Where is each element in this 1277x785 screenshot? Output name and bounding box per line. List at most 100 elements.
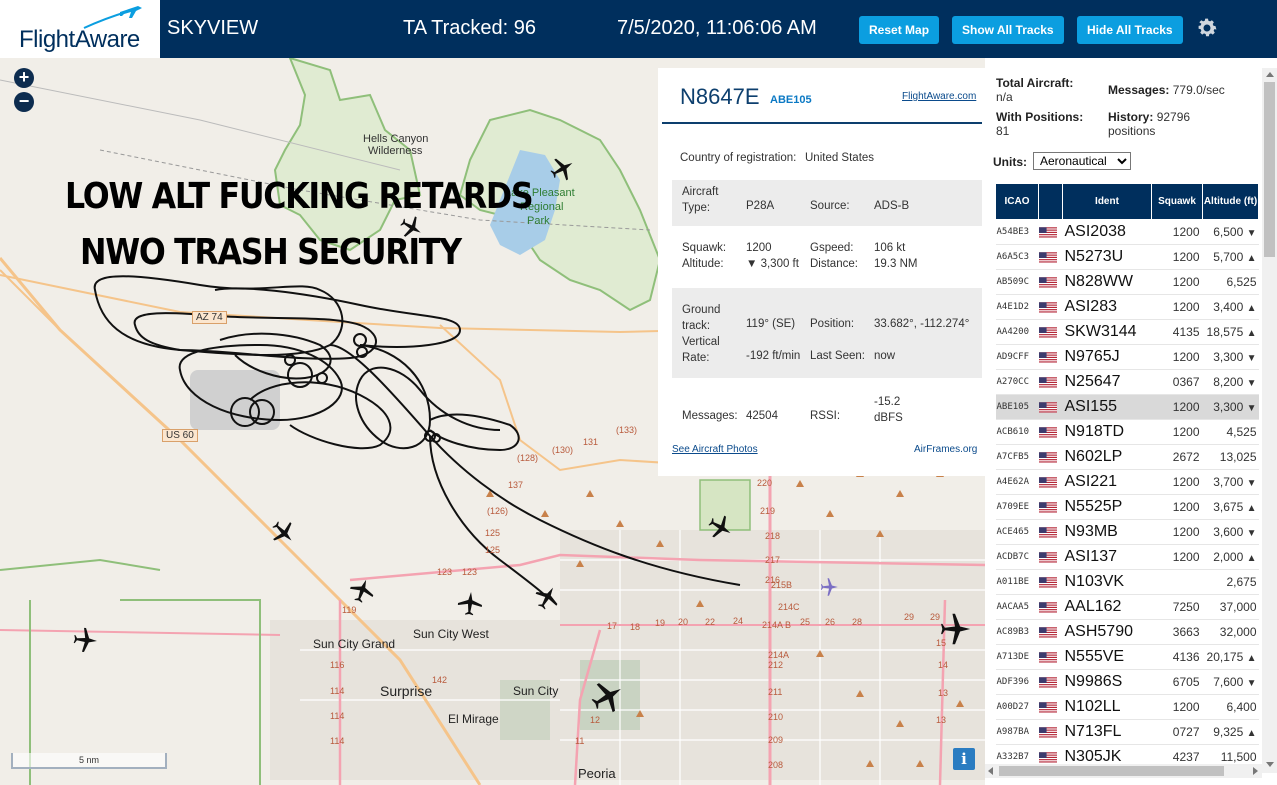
vertical-scroll-thumb[interactable] (1264, 82, 1275, 257)
row-altitude-trend: ▼ (1246, 528, 1257, 539)
row-flag (1038, 269, 1063, 295)
map-info-button[interactable]: i (953, 748, 975, 770)
table-row[interactable]: AB509C N828WW 1200 6,525 (995, 269, 1259, 295)
road-number: 25 (800, 617, 811, 627)
zoom-out-button[interactable]: − (14, 92, 34, 112)
scroll-up-icon[interactable] (1266, 72, 1274, 77)
table-row[interactable]: A54BE3 ASI2038 1200 6,500 ▼ (995, 219, 1259, 245)
us-flag-icon (1038, 427, 1057, 439)
row-icao: AB509C (995, 269, 1039, 295)
scroll-right-icon[interactable] (1253, 767, 1258, 775)
table-row[interactable]: A011BE N103VK 2,675 (995, 569, 1259, 595)
aircraft-icon[interactable] (268, 517, 298, 547)
us-flag-icon (1038, 577, 1057, 589)
position-value: 33.682°, -112.274° (874, 318, 970, 330)
gspeed-value: 106 kt (874, 242, 906, 254)
table-row[interactable]: ADF396 N9986S 6705 7,600 ▼ (995, 669, 1259, 695)
aircraft-icon[interactable] (705, 512, 735, 542)
row-altitude-value: 4,525 (1226, 425, 1257, 439)
row-squawk: 0367 (1151, 369, 1203, 395)
aircraft-icon[interactable] (70, 625, 100, 655)
row-altitude-trend: ▲ (1246, 253, 1257, 264)
table-row[interactable]: A4E62A ASI221 1200 3,700 ▼ (995, 469, 1259, 495)
row-flag (1038, 319, 1063, 345)
col-header-squawk[interactable]: Squawk (1151, 183, 1203, 220)
flightaware-link[interactable]: FlightAware.com (902, 91, 976, 102)
horizontal-scroll-thumb[interactable] (999, 766, 1224, 776)
horizontal-scrollbar[interactable] (985, 764, 1262, 778)
units-select[interactable]: Aeronautical (1033, 152, 1131, 170)
table-row[interactable]: ACE465 N93MB 1200 3,600 ▼ (995, 519, 1259, 545)
vertical-rate-value: -192 ft/min (746, 350, 801, 362)
aircraft-icon[interactable] (547, 154, 577, 184)
selected-aircraft-icon[interactable] (532, 583, 562, 613)
row-flag (1038, 694, 1063, 720)
table-row[interactable]: A987BA N713FL 0727 9,325 ▲ (995, 719, 1259, 745)
row-altitude: 18,575 ▲ (1202, 319, 1259, 345)
table-row[interactable]: AD9CFF N9765J 1200 3,300 ▼ (995, 344, 1259, 370)
aircraft-icon[interactable] (397, 213, 425, 241)
table-row[interactable]: ABE105 ASI155 1200 3,300 ▼ (995, 394, 1259, 420)
aircraft-type-label: Aircraft Type: (682, 186, 719, 214)
road-number: (128) (517, 453, 539, 463)
col-header-ident[interactable]: Ident (1062, 183, 1152, 220)
road-number: 18 (630, 622, 641, 632)
row-altitude-value: 3,600 (1213, 525, 1244, 539)
col-header-flag[interactable] (1038, 183, 1063, 220)
city-label: Sun City West (413, 627, 489, 641)
row-icao: A6A5C3 (995, 244, 1039, 270)
airframes-link[interactable]: AirFrames.org (914, 444, 977, 455)
us-flag-icon (1038, 752, 1057, 764)
gear-icon[interactable] (1195, 16, 1219, 40)
row-ident: ASI283 (1062, 294, 1152, 320)
table-row[interactable]: AC89B3 ASH5790 3663 32,000 (995, 619, 1259, 645)
table-row[interactable]: AA4200 SKW3144 4135 18,575 ▲ (995, 319, 1259, 345)
road-number: 220 (757, 478, 773, 488)
table-row[interactable]: A6A5C3 N5273U 1200 5,700 ▲ (995, 244, 1259, 270)
table-row[interactable]: ACDB7C ASI137 1200 2,000 ▲ (995, 544, 1259, 570)
aircraft-icon[interactable] (347, 576, 377, 606)
row-altitude-trend: ▲ (1246, 553, 1257, 564)
table-row[interactable]: A4E1D2 ASI283 1200 3,400 ▲ (995, 294, 1259, 320)
col-header-icao[interactable]: ICAO (995, 183, 1039, 220)
flightaware-logo[interactable]: FlightAware (0, 0, 160, 58)
row-flag (1038, 294, 1063, 320)
table-row[interactable]: A709EE N5525P 1200 3,675 ▲ (995, 494, 1259, 520)
table-row[interactable]: A713DE N555VE 4136 20,175 ▲ (995, 644, 1259, 670)
aircraft-icon[interactable] (936, 610, 974, 648)
history-unit: positions (1108, 124, 1156, 138)
aircraft-photos-link[interactable]: See Aircraft Photos (672, 444, 758, 455)
history-value: 92796 (1156, 110, 1191, 124)
show-all-tracks-button[interactable]: Show All Tracks (952, 16, 1064, 44)
row-flag (1038, 469, 1063, 495)
hide-all-tracks-button[interactable]: Hide All Tracks (1077, 16, 1183, 44)
scroll-left-icon[interactable] (988, 767, 993, 775)
us-flag-icon (1038, 627, 1057, 639)
table-row[interactable]: A270CC N25647 0367 8,200 ▼ (995, 369, 1259, 395)
table-row[interactable]: A7CFB5 N602LP 2672 13,025 (995, 444, 1259, 470)
aircraft-icon[interactable] (455, 589, 485, 619)
distance-value: 19.3 NM (874, 258, 918, 270)
history-stat: History: 92796 positions (1108, 110, 1190, 138)
gspeed-label: Gspeed: (810, 242, 854, 254)
with-positions-stat: With Positions: 81 (996, 110, 1083, 138)
col-header-altitude[interactable]: Altitude (ft) (1202, 183, 1259, 220)
us-flag-icon (1038, 552, 1057, 564)
row-icao: A011BE (995, 569, 1039, 595)
row-icao: A713DE (995, 644, 1039, 670)
table-row[interactable]: ACB610 N918TD 1200 4,525 (995, 419, 1259, 445)
reset-map-button[interactable]: Reset Map (859, 16, 940, 44)
aircraft-icon[interactable] (587, 677, 627, 717)
road-number: 208 (768, 760, 784, 770)
table-row[interactable]: AACAA5 AAL162 7250 37,000 (995, 594, 1259, 620)
vertical-scrollbar[interactable] (1262, 68, 1277, 773)
us-flag-icon (1038, 277, 1057, 289)
squawk-value: 1200 (746, 242, 772, 254)
scroll-down-icon[interactable] (1266, 762, 1274, 767)
row-icao: ACB610 (995, 419, 1039, 445)
row-icao: ACE465 (995, 519, 1039, 545)
zoom-in-button[interactable]: + (14, 68, 34, 88)
road-number: 14 (938, 660, 949, 670)
table-row[interactable]: A00D27 N102LL 1200 6,400 (995, 694, 1259, 720)
road-number: 210 (768, 712, 784, 722)
